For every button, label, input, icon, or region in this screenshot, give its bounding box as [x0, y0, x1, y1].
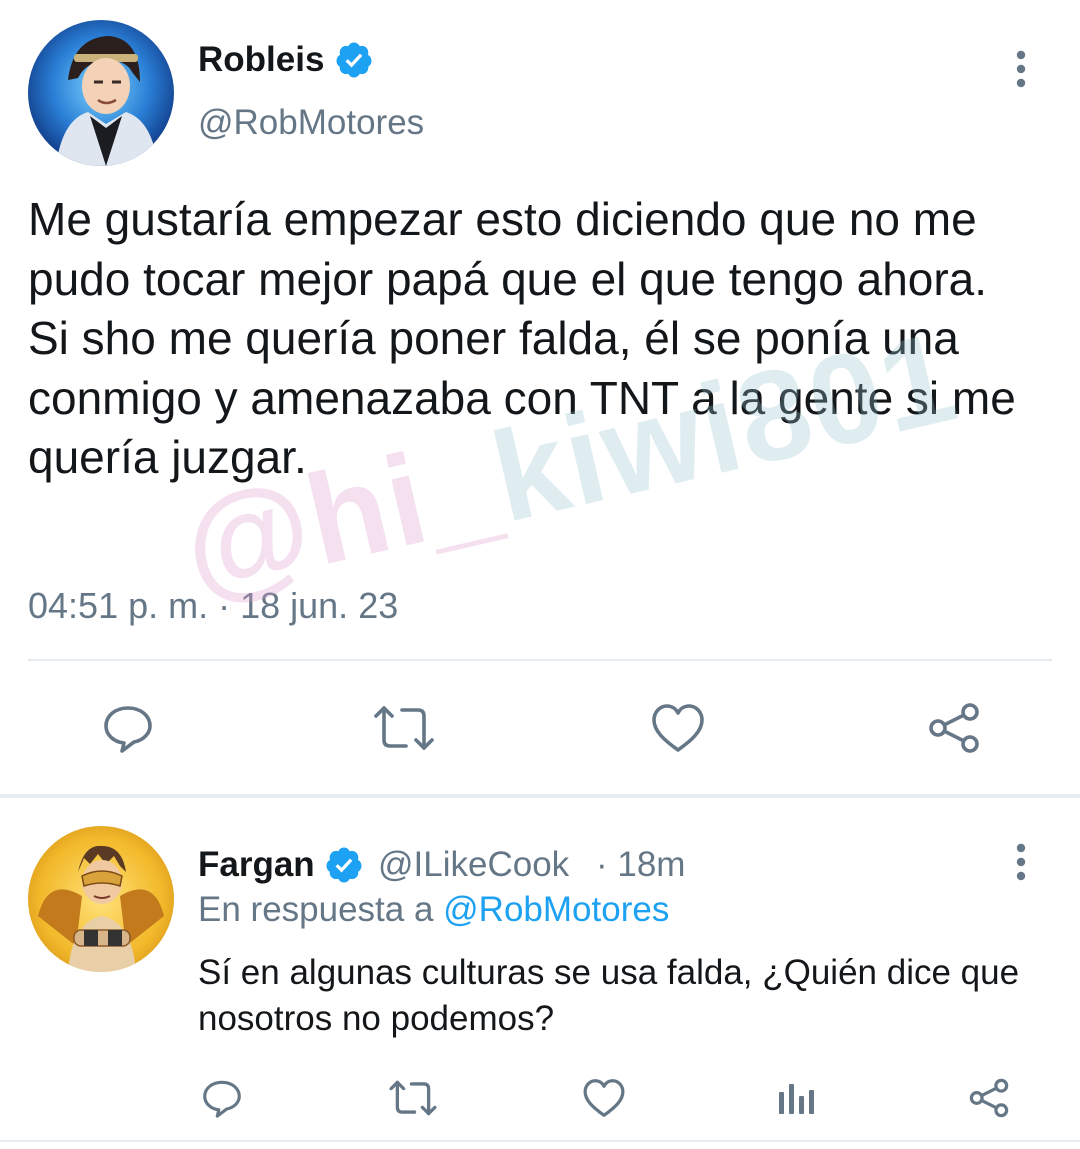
like-icon[interactable] [650, 700, 706, 761]
reply-author-avatar[interactable] [28, 826, 174, 972]
more-options-icon[interactable] [1001, 838, 1041, 888]
divider [0, 1140, 1080, 1142]
tweet-text: Me gustaría empezar esto diciendo que no… [28, 193, 1016, 483]
more-options-icon[interactable] [1001, 45, 1041, 95]
reply-author-name[interactable]: Fargan [198, 845, 315, 885]
section-separator [0, 794, 1080, 798]
author-handle[interactable]: @RobMotores [198, 103, 424, 143]
reply-time-ago: · 18m [596, 845, 686, 884]
comment-icon[interactable] [100, 700, 156, 761]
verified-badge-icon [324, 845, 364, 885]
author-name[interactable]: Robleis [198, 40, 324, 80]
retweet-icon[interactable] [388, 1076, 438, 1125]
reply-author-handle[interactable]: @ILikeCook [378, 845, 569, 885]
author-avatar[interactable] [28, 20, 174, 166]
like-icon[interactable] [582, 1076, 626, 1125]
reply-context: En respuesta a @RobMotores [198, 890, 669, 930]
reply-to-mention-link[interactable]: @RobMotores [443, 890, 669, 929]
verified-badge-icon [334, 40, 374, 80]
analytics-icon[interactable] [776, 1076, 816, 1125]
main-tweet: Robleis @RobMotores Me gustaría empezar … [0, 0, 1080, 796]
reply-text: Sí en algunas culturas se usa falda, ¿Qu… [198, 953, 1020, 1038]
divider [28, 659, 1052, 661]
tweet-timestamp[interactable]: 04:51 p. m. · 18 jun. 23 [28, 585, 398, 627]
reply-context-prefix: En respuesta a [198, 890, 444, 929]
comment-icon[interactable] [200, 1076, 244, 1125]
share-icon[interactable] [966, 1076, 1012, 1125]
retweet-icon[interactable] [372, 700, 436, 761]
share-icon[interactable] [924, 700, 984, 761]
